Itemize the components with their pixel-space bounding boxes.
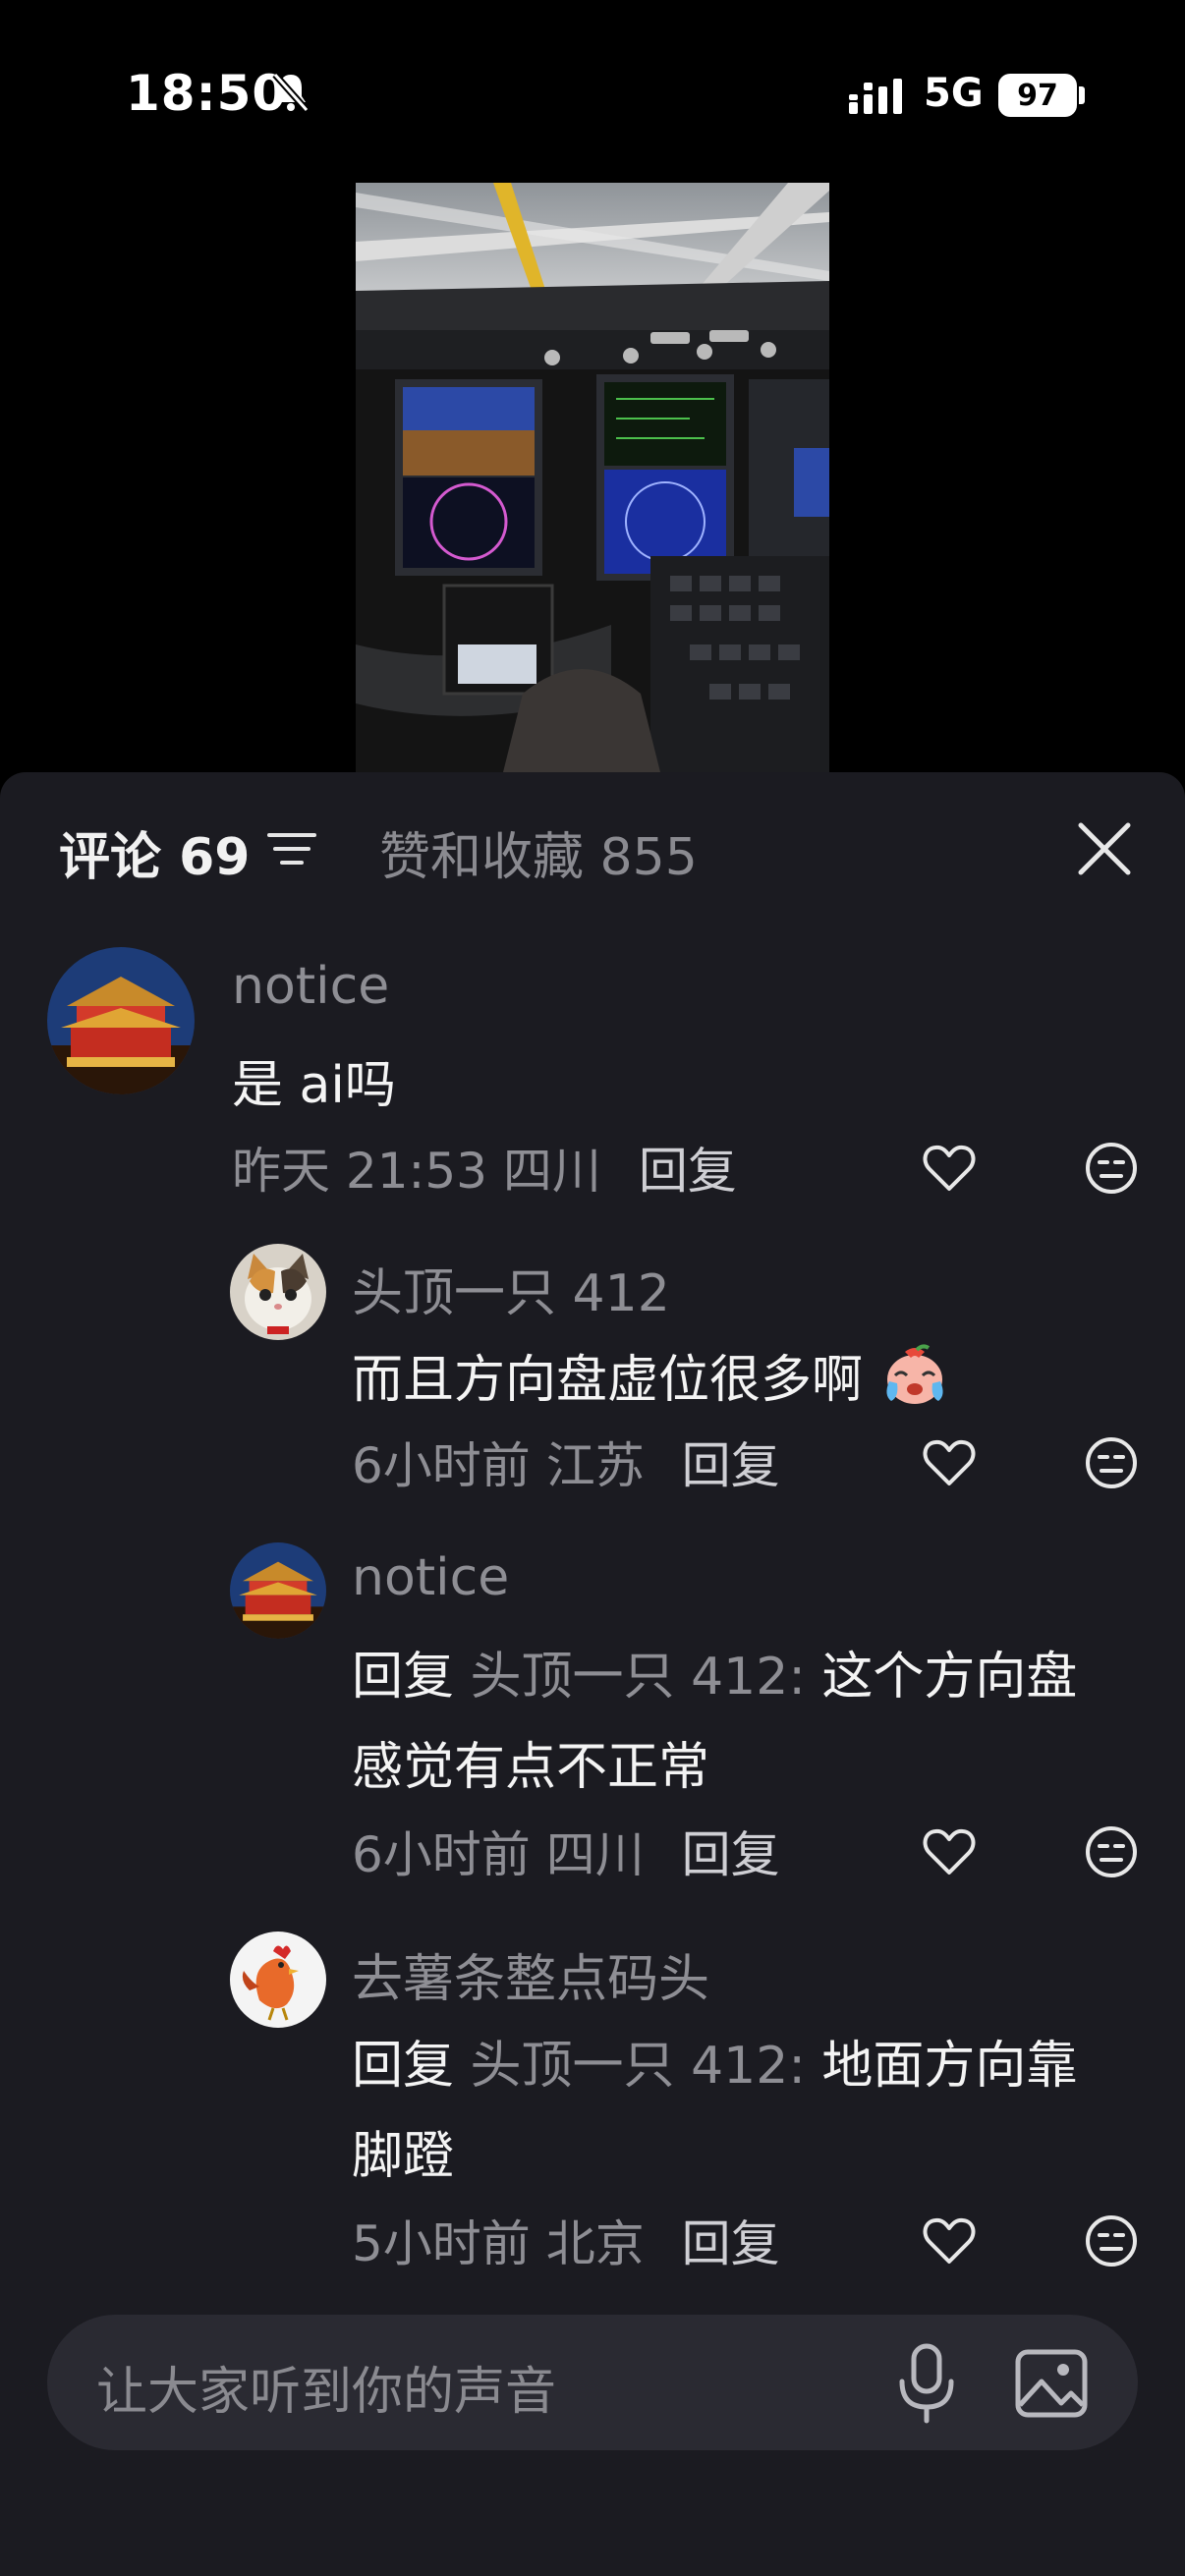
comment-time: 6小时前 <box>352 1826 531 1883</box>
tab-likes-favorites[interactable]: 赞和收藏 855 <box>379 815 698 889</box>
comment-text: 是 ai吗 <box>232 1056 396 1115</box>
comment-location: 四川 <box>545 1826 645 1883</box>
like-heart-icon[interactable] <box>922 2216 977 2266</box>
comment-text-line1: 这个方向盘 <box>821 1648 1078 1707</box>
tower-avatar-image <box>230 1542 326 1639</box>
tower-avatar-image <box>47 947 195 1094</box>
comment-text-line2: 脚蹬 <box>352 2127 455 2186</box>
dislike-face-icon[interactable] <box>1085 2214 1138 2268</box>
comment-meta: 昨天 21:53 四川 回复 <box>232 1132 737 1203</box>
comment-meta: 6小时前 江苏 回复 <box>352 1427 780 1497</box>
dislike-face-icon[interactable] <box>1085 1142 1138 1195</box>
reply-button[interactable]: 回复 <box>682 1826 780 1883</box>
avatar[interactable] <box>230 1932 326 2028</box>
rooster-avatar-image <box>230 1932 326 2028</box>
crying-laughing-emoji-icon <box>885 1344 943 1404</box>
comment-author[interactable]: 头顶一只 412 <box>352 1252 670 1325</box>
comment-time: 6小时前 <box>352 1437 531 1494</box>
tab-comments[interactable]: 评论 69 <box>59 815 250 889</box>
reply-button[interactable]: 回复 <box>682 1437 780 1494</box>
comments-sheet: 评论 69 赞和收藏 855 notice 是 ai吗 昨天 21:53 四川 … <box>0 772 1185 2576</box>
dislike-face-icon[interactable] <box>1085 1436 1138 1489</box>
comment-text: 而且方向盘虚位很多啊 <box>352 1338 948 1412</box>
comment-meta: 6小时前 四川 回复 <box>352 1816 780 1886</box>
sort-icon[interactable] <box>267 829 316 868</box>
like-heart-icon[interactable] <box>922 1438 977 1487</box>
avatar[interactable] <box>230 1244 326 1340</box>
comment-time: 5小时前 <box>352 2215 531 2272</box>
dislike-face-icon[interactable] <box>1085 1825 1138 1878</box>
like-heart-icon[interactable] <box>922 1144 977 1193</box>
avatar[interactable] <box>47 947 195 1094</box>
comment-text-content: 而且方向盘虚位很多啊 <box>352 1351 864 1410</box>
comment-meta: 5小时前 北京 回复 <box>352 2205 780 2275</box>
comment-time: 昨天 21:53 <box>232 1143 487 1200</box>
bell-muted-icon <box>272 72 310 113</box>
cellular-signal-icon <box>849 79 902 114</box>
comment-location: 江苏 <box>545 1437 645 1494</box>
comment-input[interactable]: 让大家听到你的声音 <box>47 2315 1138 2450</box>
status-bar: 18:50 5G 97 <box>0 0 1185 187</box>
image-picker-icon[interactable] <box>1014 2348 1089 2419</box>
reply-button[interactable]: 回复 <box>682 2215 780 2272</box>
comment-author[interactable]: notice <box>352 1548 509 1607</box>
comment-input-placeholder[interactable]: 让大家听到你的声音 <box>96 2350 556 2424</box>
video-preview[interactable] <box>356 183 829 772</box>
battery-icon <box>1079 86 1085 104</box>
comment-text: 回复 头顶一只 412: 这个方向盘 <box>352 1635 1077 1708</box>
network-type: 5G <box>924 71 984 116</box>
comment-author[interactable]: 去薯条整点码头 <box>352 1937 709 2011</box>
reply-button[interactable]: 回复 <box>639 1143 737 1200</box>
reply-prefix: 回复 <box>352 2037 455 2096</box>
cockpit-image <box>356 183 829 772</box>
battery-level: 97 <box>998 74 1077 117</box>
close-icon[interactable] <box>1077 821 1132 876</box>
status-time: 18:50 <box>126 65 288 122</box>
like-heart-icon[interactable] <box>922 1827 977 1876</box>
comment-location: 北京 <box>545 2215 645 2272</box>
cat-avatar-image <box>230 1244 326 1340</box>
reply-prefix: 回复 <box>352 1648 455 1707</box>
comment-text-line2: 感觉有点不正常 <box>352 1738 710 1797</box>
comment-text-line1: 地面方向靠 <box>821 2037 1078 2096</box>
microphone-icon[interactable] <box>892 2342 961 2425</box>
comment-location: 四川 <box>502 1143 601 1200</box>
comment-text: 回复 头顶一只 412: 地面方向靠 <box>352 2024 1077 2098</box>
reply-target-user[interactable]: 头顶一只 412: <box>471 2037 806 2096</box>
reply-target-user[interactable]: 头顶一只 412: <box>471 1648 806 1707</box>
comment-author[interactable]: notice <box>232 957 389 1016</box>
avatar[interactable] <box>230 1542 326 1639</box>
